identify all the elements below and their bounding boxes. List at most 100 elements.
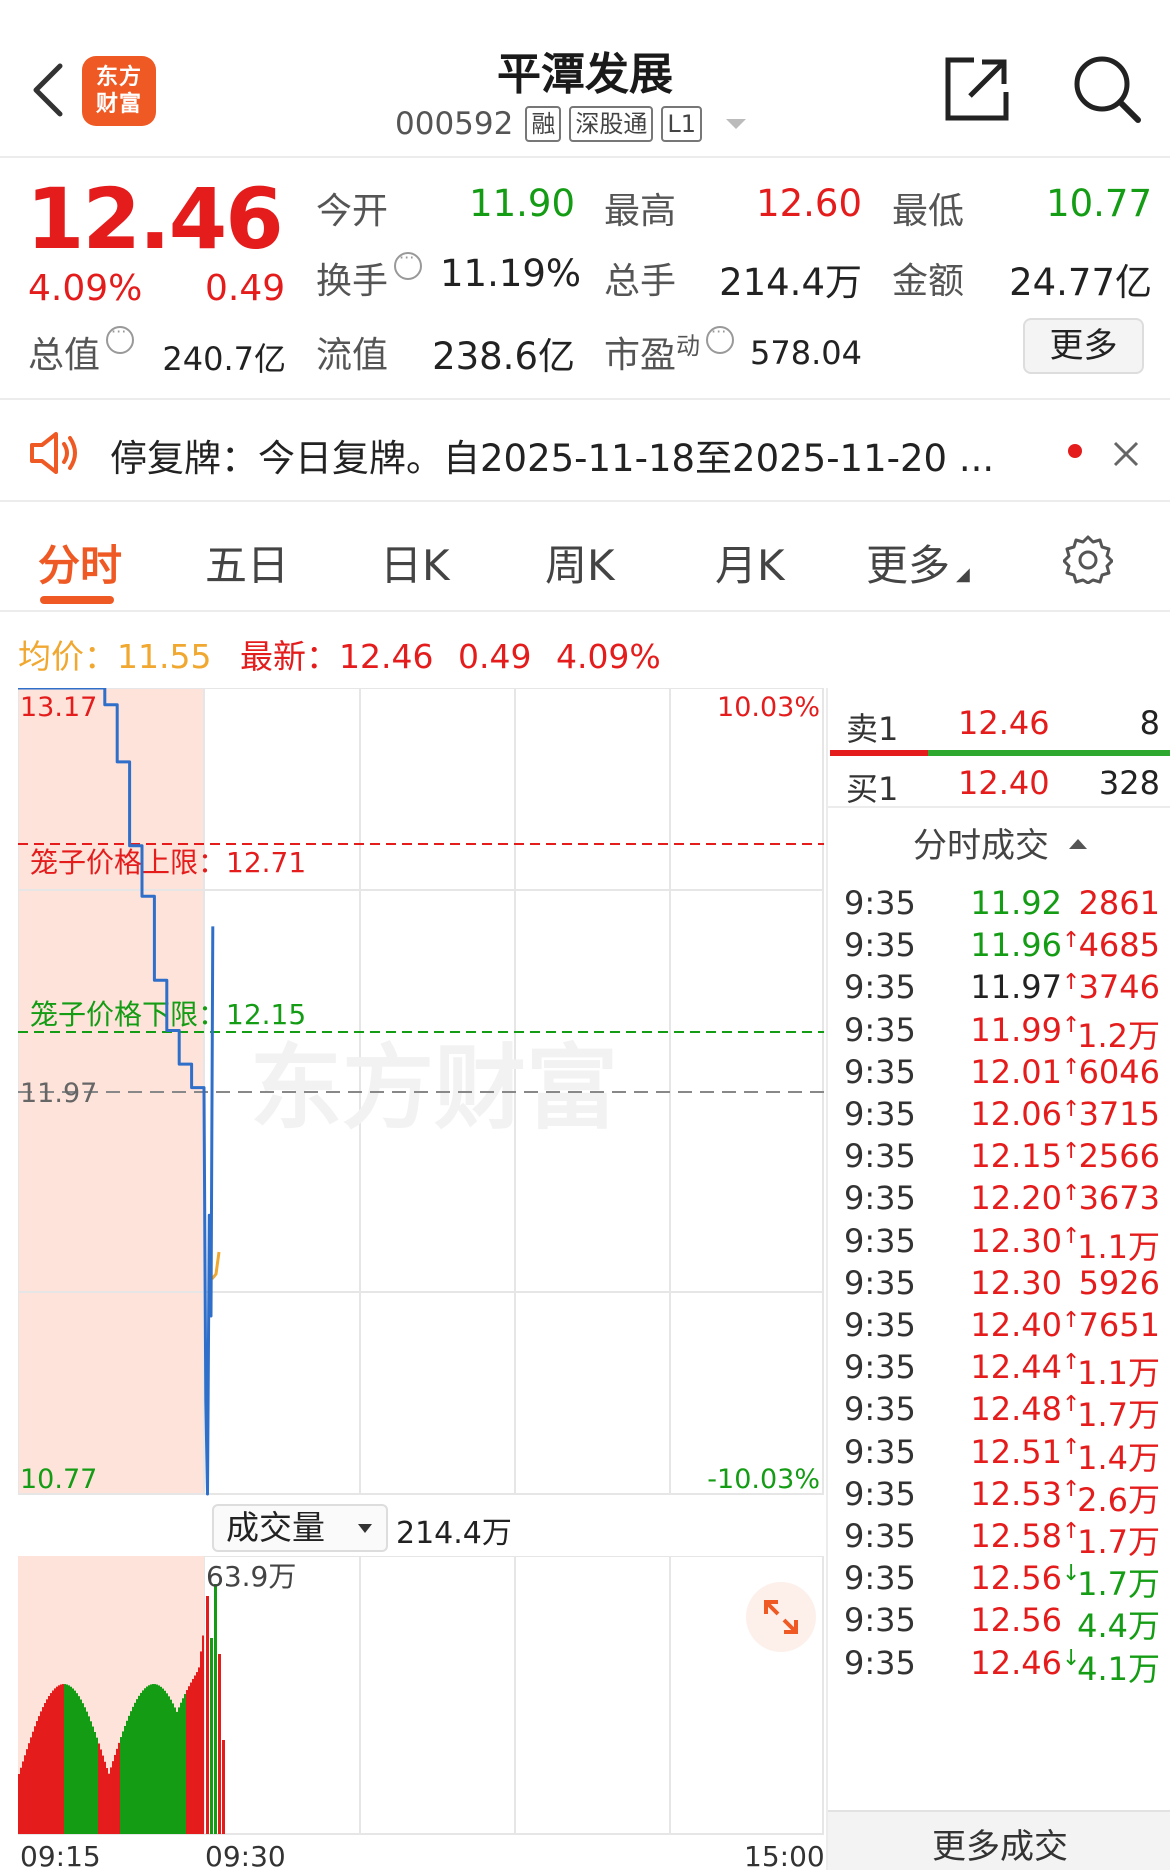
volume-bar: [154, 1684, 156, 1834]
trade-price: 12.40: [970, 1306, 1062, 1344]
trades-title[interactable]: 分时成交: [828, 818, 1170, 867]
trade-volume: 1.1万: [1077, 1354, 1160, 1393]
volume-bar: [174, 1707, 176, 1834]
tab-intraday[interactable]: 分时: [38, 532, 122, 593]
high-value: 12.60: [756, 182, 862, 225]
volume-bar: [186, 1690, 188, 1834]
volume-bar: [106, 1768, 108, 1834]
info-icon[interactable]: [706, 322, 735, 354]
volume-bar: [190, 1682, 192, 1834]
volume-bar: [178, 1707, 180, 1834]
intraday-price-chart[interactable]: 东方财富 13.17 10.77 11.97 10.03% -10.03% 笼子…: [18, 688, 824, 1500]
change-value: 0.49: [205, 268, 286, 309]
gear-icon[interactable]: [1063, 534, 1113, 584]
more-trades-button[interactable]: 更多成交: [828, 1810, 1170, 1870]
volume-bar: [36, 1721, 38, 1834]
trade-price: 12.46: [970, 1643, 1062, 1682]
volume-bar: [52, 1690, 54, 1834]
volume-bar: [46, 1699, 48, 1834]
tab-daily-k[interactable]: 日K: [380, 532, 450, 593]
trade-volume: 2861: [1078, 884, 1160, 922]
volume-bar: [100, 1749, 102, 1834]
trade-volume: 5926: [1078, 1263, 1160, 1302]
trade-price: 12.44: [970, 1348, 1062, 1387]
time-label-start: 09:15: [20, 1840, 101, 1870]
ask1-price: 12.46: [958, 704, 1050, 742]
expand-icon[interactable]: [746, 1582, 816, 1652]
volume-bar: [200, 1651, 202, 1834]
volume-bar: [126, 1720, 128, 1834]
volume-value: 214.4万: [719, 261, 862, 304]
volume-bar: [102, 1755, 104, 1834]
latest-label: 最新：: [239, 637, 339, 676]
margin-tag: 融: [525, 106, 562, 142]
volume-bar: [90, 1721, 92, 1834]
bid1-label: 买1: [846, 770, 899, 808]
tab-more[interactable]: 更多 ◢: [866, 532, 970, 593]
volume-bar: [68, 1685, 70, 1834]
sort-up-icon: [1069, 838, 1087, 849]
volume-bar: [54, 1688, 56, 1834]
tab-weekly-k[interactable]: 周K: [545, 532, 615, 593]
trade-price: 12.20: [970, 1179, 1062, 1218]
trade-volume: 4.4万: [1077, 1607, 1160, 1646]
info-icon[interactable]: [394, 248, 423, 280]
search-icon[interactable]: [1072, 54, 1142, 124]
notice-bar[interactable]: 停复牌：今日复牌。自2025-11-18至2025-11-20 ...: [0, 402, 1170, 502]
chevron-down-icon[interactable]: [725, 119, 746, 129]
volume-bar: [70, 1686, 72, 1834]
corner-triangle-icon: ◢: [956, 564, 970, 585]
trade-price: 11.96: [970, 926, 1062, 965]
volume-bar: [192, 1678, 194, 1834]
volume-bar: [108, 1773, 110, 1834]
trade-price: 12.56: [970, 1559, 1062, 1598]
speaker-icon: [30, 432, 77, 474]
bid-ratio: [928, 750, 1170, 756]
trade-time: 9:35: [844, 1263, 916, 1302]
float-cap-label: 流值: [316, 335, 389, 376]
trade-time: 9:35: [844, 1601, 916, 1640]
volume-bar: [222, 1740, 225, 1834]
volume-bar: [28, 1743, 30, 1834]
trade-time: 9:35: [844, 1474, 916, 1513]
avg-label: 均价：: [18, 637, 117, 676]
volume-bar: [150, 1684, 152, 1834]
volume-indicator-selector[interactable]: 成交量: [212, 1504, 388, 1552]
volume-bar: [202, 1635, 204, 1834]
trade-time: 9:35: [844, 1517, 916, 1555]
volume-bar: [62, 1684, 64, 1834]
trade-volume: 3673: [1078, 1179, 1160, 1218]
trade-time: 9:35: [844, 1179, 916, 1218]
volume-bar: [94, 1731, 96, 1834]
close-icon[interactable]: [1112, 440, 1140, 468]
volume-bar: [134, 1702, 136, 1834]
open-label: 今开: [316, 191, 389, 232]
info-icon[interactable]: [106, 322, 135, 354]
trade-price: 12.56: [970, 1601, 1062, 1640]
upper-cage-label: 笼子价格上限：12.71: [30, 846, 306, 879]
volume-bar: [114, 1754, 116, 1834]
stock-code: 000592: [395, 106, 514, 142]
volume-bar: [26, 1749, 28, 1834]
share-icon[interactable]: [944, 54, 1012, 122]
volume-bar: [66, 1684, 68, 1834]
volume-bar: [158, 1685, 160, 1834]
trade-volume: 2566: [1078, 1137, 1160, 1176]
prev-close-label: 11.97: [20, 1078, 97, 1109]
ask1-volume: 8: [1139, 704, 1160, 742]
volume-bar: [24, 1755, 26, 1834]
quote-panel: 12.46 4.09% 0.49 今开 11.90 最高 12.60 最低 10…: [0, 160, 1170, 400]
pe-label: 市盈动: [604, 322, 735, 378]
volume-bar: [164, 1690, 166, 1834]
trade-time: 9:35: [844, 1221, 916, 1260]
volume-bar: [38, 1716, 40, 1834]
volume-bar: [88, 1716, 90, 1834]
trade-volume: 1.4万: [1077, 1438, 1160, 1477]
tab-five-day[interactable]: 五日: [205, 532, 289, 593]
pe-value: 578.04: [750, 334, 862, 372]
volume-chart[interactable]: 63.9万: [18, 1556, 824, 1836]
tab-monthly-k[interactable]: 月K: [715, 532, 785, 593]
low-label: 最低: [892, 191, 965, 232]
turnover-label: 换手: [316, 248, 423, 304]
more-quote-button[interactable]: 更多: [1023, 318, 1144, 374]
